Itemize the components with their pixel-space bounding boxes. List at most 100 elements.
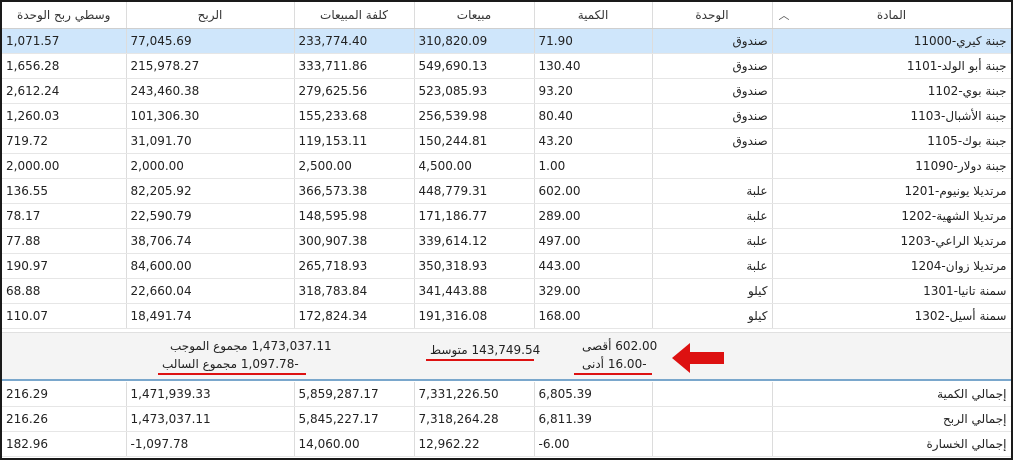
table-row[interactable]: 1,260.03 101,306.30 155,233.68 256,539.98 80… xyxy=(2,103,1011,129)
cell-item[interactable]: 1203-مرتديلا الراعي xyxy=(772,228,1011,254)
cell-qty[interactable]: 80.40 xyxy=(534,103,653,129)
cell-sales[interactable]: 339,614.12 xyxy=(414,228,535,254)
cell-qty[interactable]: 443.00 xyxy=(534,253,653,279)
table-row[interactable]: 68.88 22,660.04 318,783.84 341,443.88 329.00… xyxy=(2,278,1011,304)
cell-sales[interactable]: 256,539.98 xyxy=(414,103,535,129)
cell-sales[interactable]: 448,779.31 xyxy=(414,178,535,204)
cell-profit[interactable]: 38,706.74 xyxy=(126,228,295,254)
cell-profit[interactable]: 31,091.70 xyxy=(126,128,295,154)
cell-unit[interactable]: علبة xyxy=(652,178,773,204)
cell-cost[interactable]: 333,711.86 xyxy=(294,53,415,79)
cell-avg-profit[interactable]: 1,656.28 xyxy=(2,53,127,79)
col-qty[interactable]: الكمية xyxy=(534,2,653,29)
cell-profit[interactable]: 84,600.00 xyxy=(126,253,295,279)
cell-qty[interactable]: 329.00 xyxy=(534,278,653,304)
table-row[interactable]: 2,000.00 2,000.00 2,500.00 4,500.00 1.00 1109… xyxy=(2,153,1011,179)
cell-item[interactable]: 1101-جبنة أبو الولد xyxy=(772,53,1011,79)
cell-profit[interactable]: 22,590.79 xyxy=(126,203,295,229)
cell-qty[interactable]: 1.00 xyxy=(534,153,653,179)
cell-qty[interactable]: 93.20 xyxy=(534,78,653,104)
cell-qty[interactable]: 497.00 xyxy=(534,228,653,254)
cell-avg-profit[interactable]: 2,612.24 xyxy=(2,78,127,104)
col-sales[interactable]: مبيعات xyxy=(414,2,535,29)
cell-avg-profit[interactable]: 190.97 xyxy=(2,253,127,279)
cell-sales[interactable]: 549,690.13 xyxy=(414,53,535,79)
cell-avg-profit[interactable]: 1,260.03 xyxy=(2,103,127,129)
cell-sales[interactable]: 191,316.08 xyxy=(414,303,535,329)
col-profit[interactable]: الربح xyxy=(126,2,295,29)
cell-qty[interactable]: 602.00 xyxy=(534,178,653,204)
cell-unit[interactable]: صندوق xyxy=(652,78,773,104)
cell-unit[interactable]: كيلو xyxy=(652,278,773,304)
cell-cost[interactable]: 172,824.34 xyxy=(294,303,415,329)
cell-item[interactable]: 1202-مرتديلا الشهية xyxy=(772,203,1011,229)
cell-cost[interactable]: 300,907.38 xyxy=(294,228,415,254)
cell-sales[interactable]: 150,244.81 xyxy=(414,128,535,154)
cell-item[interactable]: 1201-مرتديلا يونيوم xyxy=(772,178,1011,204)
cell-avg-profit[interactable]: 110.07 xyxy=(2,303,127,329)
cell-item[interactable]: 1103-جبنة الأشبال xyxy=(772,103,1011,129)
cell-profit[interactable]: 2,000.00 xyxy=(126,153,295,179)
cell-unit[interactable]: صندوق xyxy=(652,28,773,54)
cell-avg-profit[interactable]: 1,071.57 xyxy=(2,28,127,54)
cell-cost[interactable]: 366,573.38 xyxy=(294,178,415,204)
cell-unit[interactable]: علبة xyxy=(652,228,773,254)
cell-item[interactable]: 1102-جبنة بوي xyxy=(772,78,1011,104)
cell-sales[interactable]: 523,085.93 xyxy=(414,78,535,104)
cell-avg-profit[interactable]: 2,000.00 xyxy=(2,153,127,179)
table-row[interactable]: 1,071.57 77,045.69 233,774.40 310,820.09 71.… xyxy=(2,28,1011,54)
cell-cost[interactable]: 119,153.11 xyxy=(294,128,415,154)
cell-qty[interactable]: 289.00 xyxy=(534,203,653,229)
table-row[interactable]: 190.97 84,600.00 265,718.93 350,318.93 443.0… xyxy=(2,253,1011,279)
cell-avg-profit[interactable]: 136.55 xyxy=(2,178,127,204)
chevron-up-icon[interactable]: ︿ xyxy=(779,7,790,23)
cell-sales[interactable]: 341,443.88 xyxy=(414,278,535,304)
cell-avg-profit[interactable]: 719.72 xyxy=(2,128,127,154)
cell-profit[interactable]: 82,205.92 xyxy=(126,178,295,204)
cell-cost[interactable]: 265,718.93 xyxy=(294,253,415,279)
cell-unit[interactable]: صندوق xyxy=(652,103,773,129)
cell-item[interactable]: 1302-سمنة أسيل xyxy=(772,303,1011,329)
cell-cost[interactable]: 233,774.40 xyxy=(294,28,415,54)
cell-unit[interactable]: علبة xyxy=(652,253,773,279)
table-row[interactable]: 110.07 18,491.74 172,824.34 191,316.08 168.0… xyxy=(2,303,1011,329)
cell-unit[interactable]: كيلو xyxy=(652,303,773,329)
cell-cost[interactable]: 279,625.56 xyxy=(294,78,415,104)
table-row[interactable]: 1,656.28 215,978.27 333,711.86 549,690.13 13… xyxy=(2,53,1011,79)
cell-avg-profit[interactable]: 78.17 xyxy=(2,203,127,229)
cell-sales[interactable]: 310,820.09 xyxy=(414,28,535,54)
cell-item[interactable]: 1105-جبنة بوك xyxy=(772,128,1011,154)
cell-sales[interactable]: 350,318.93 xyxy=(414,253,535,279)
cell-item[interactable]: 1301-سمنة تانيا xyxy=(772,278,1011,304)
totals-row[interactable]: 216.29 1,471,939.33 5,859,287.17 7,331,226.… xyxy=(2,382,1011,407)
table-row[interactable]: 136.55 82,205.92 366,573.38 448,779.31 602.0… xyxy=(2,178,1011,204)
cell-profit[interactable]: 22,660.04 xyxy=(126,278,295,304)
cell-avg-profit[interactable]: 77.88 xyxy=(2,228,127,254)
cell-profit[interactable]: 243,460.38 xyxy=(126,78,295,104)
cell-qty[interactable]: 71.90 xyxy=(534,28,653,54)
cell-profit[interactable]: 101,306.30 xyxy=(126,103,295,129)
cell-qty[interactable]: 43.20 xyxy=(534,128,653,154)
col-unit[interactable]: الوحدة xyxy=(652,2,773,29)
cell-profit[interactable]: 18,491.74 xyxy=(126,303,295,329)
cell-profit[interactable]: 77,045.69 xyxy=(126,28,295,54)
table-row[interactable]: 78.17 22,590.79 148,595.98 171,186.77 289.00… xyxy=(2,203,1011,229)
cell-avg-profit[interactable]: 68.88 xyxy=(2,278,127,304)
cell-qty[interactable]: 168.00 xyxy=(534,303,653,329)
col-item[interactable]: ︿ المادة xyxy=(772,2,1011,29)
table-row[interactable]: 77.88 38,706.74 300,907.38 339,614.12 497.00… xyxy=(2,228,1011,254)
table-row[interactable]: 2,612.24 243,460.38 279,625.56 523,085.93 93… xyxy=(2,78,1011,104)
cell-cost[interactable]: 148,595.98 xyxy=(294,203,415,229)
totals-row[interactable]: 182.96 -1,097.78 14,060.00 12,962.22 -6.00 إج… xyxy=(2,431,1011,457)
cell-sales[interactable]: 171,186.77 xyxy=(414,203,535,229)
totals-row[interactable]: 216.26 1,473,037.11 5,845,227.17 7,318,264.… xyxy=(2,406,1011,432)
cell-item[interactable]: 11000-جبنة كيري xyxy=(772,28,1011,54)
cell-item[interactable]: 11090-جبنة دولار xyxy=(772,153,1011,179)
cell-qty[interactable]: 130.40 xyxy=(534,53,653,79)
cell-unit[interactable] xyxy=(652,153,773,179)
col-cost[interactable]: كلفة المبيعات xyxy=(294,2,415,29)
table-row[interactable]: 719.72 31,091.70 119,153.11 150,244.81 43.20… xyxy=(2,128,1011,154)
cell-cost[interactable]: 155,233.68 xyxy=(294,103,415,129)
cell-sales[interactable]: 4,500.00 xyxy=(414,153,535,179)
cell-cost[interactable]: 2,500.00 xyxy=(294,153,415,179)
